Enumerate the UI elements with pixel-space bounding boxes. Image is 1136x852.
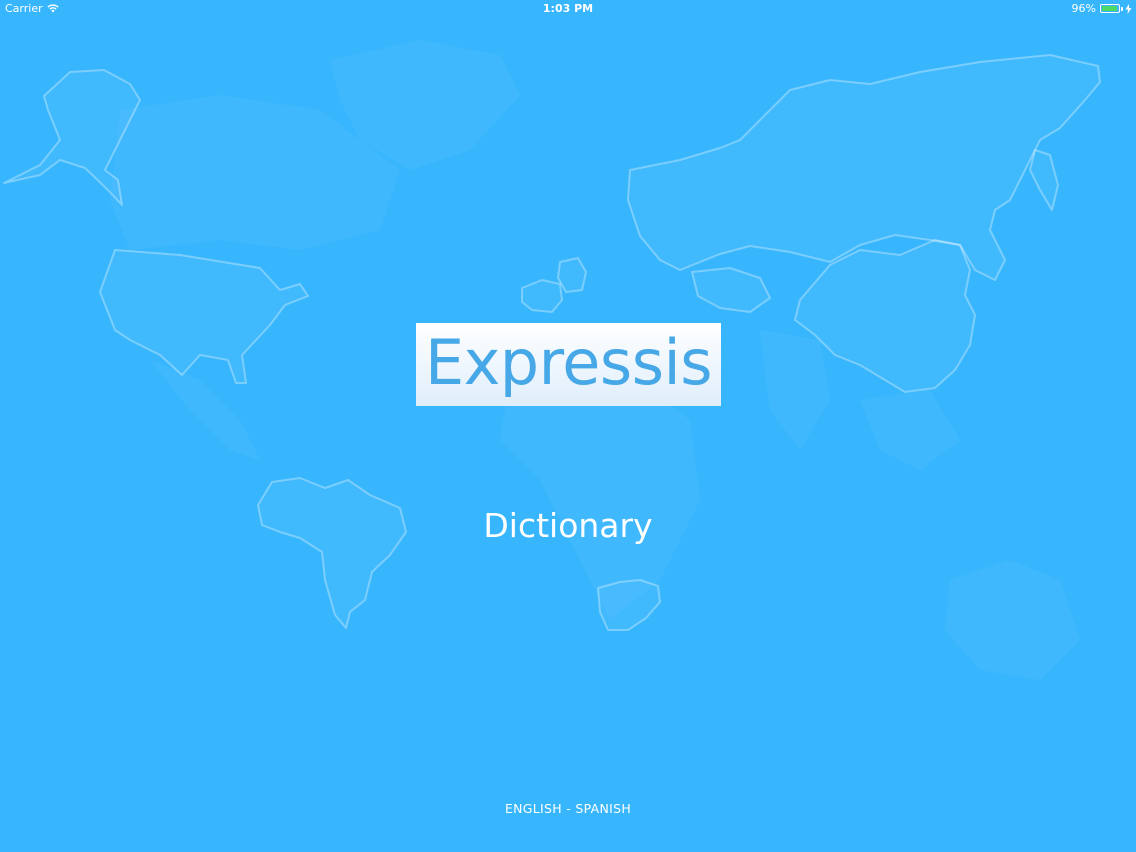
battery-percent: 96% [1071,2,1096,15]
status-bar: Carrier 1:03 PM 96% [0,0,1136,18]
map-south-africa [597,579,661,631]
app-logo: Expressis [416,323,721,406]
map-kamchatka [1029,149,1059,211]
language-pair-label: ENGLISH - SPANISH [504,801,632,816]
splash-screen: Carrier 1:03 PM 96% Expressis Dictionary… [0,0,1136,852]
map-africa [500,370,700,620]
map-middle-east [691,267,771,313]
map-france [521,279,563,313]
app-subtitle: Dictionary [483,506,653,545]
app-logo-text: Expressis [424,325,713,399]
map-india [760,330,830,450]
map-alaska [3,69,141,206]
charging-bolt-icon [1125,3,1132,14]
battery-icon [1100,4,1120,13]
world-map-background [3,40,1101,680]
battery-level-fill [1102,6,1117,11]
map-germany [557,257,587,293]
map-australia [945,560,1080,680]
battery-indicator: 96% [1072,2,1132,15]
map-usa [99,249,309,384]
status-time: 1:03 PM [542,2,594,15]
map-brazil [257,477,407,629]
map-russia [627,54,1101,281]
battery-tip [1121,6,1123,11]
map-southeast-asia [860,390,960,470]
